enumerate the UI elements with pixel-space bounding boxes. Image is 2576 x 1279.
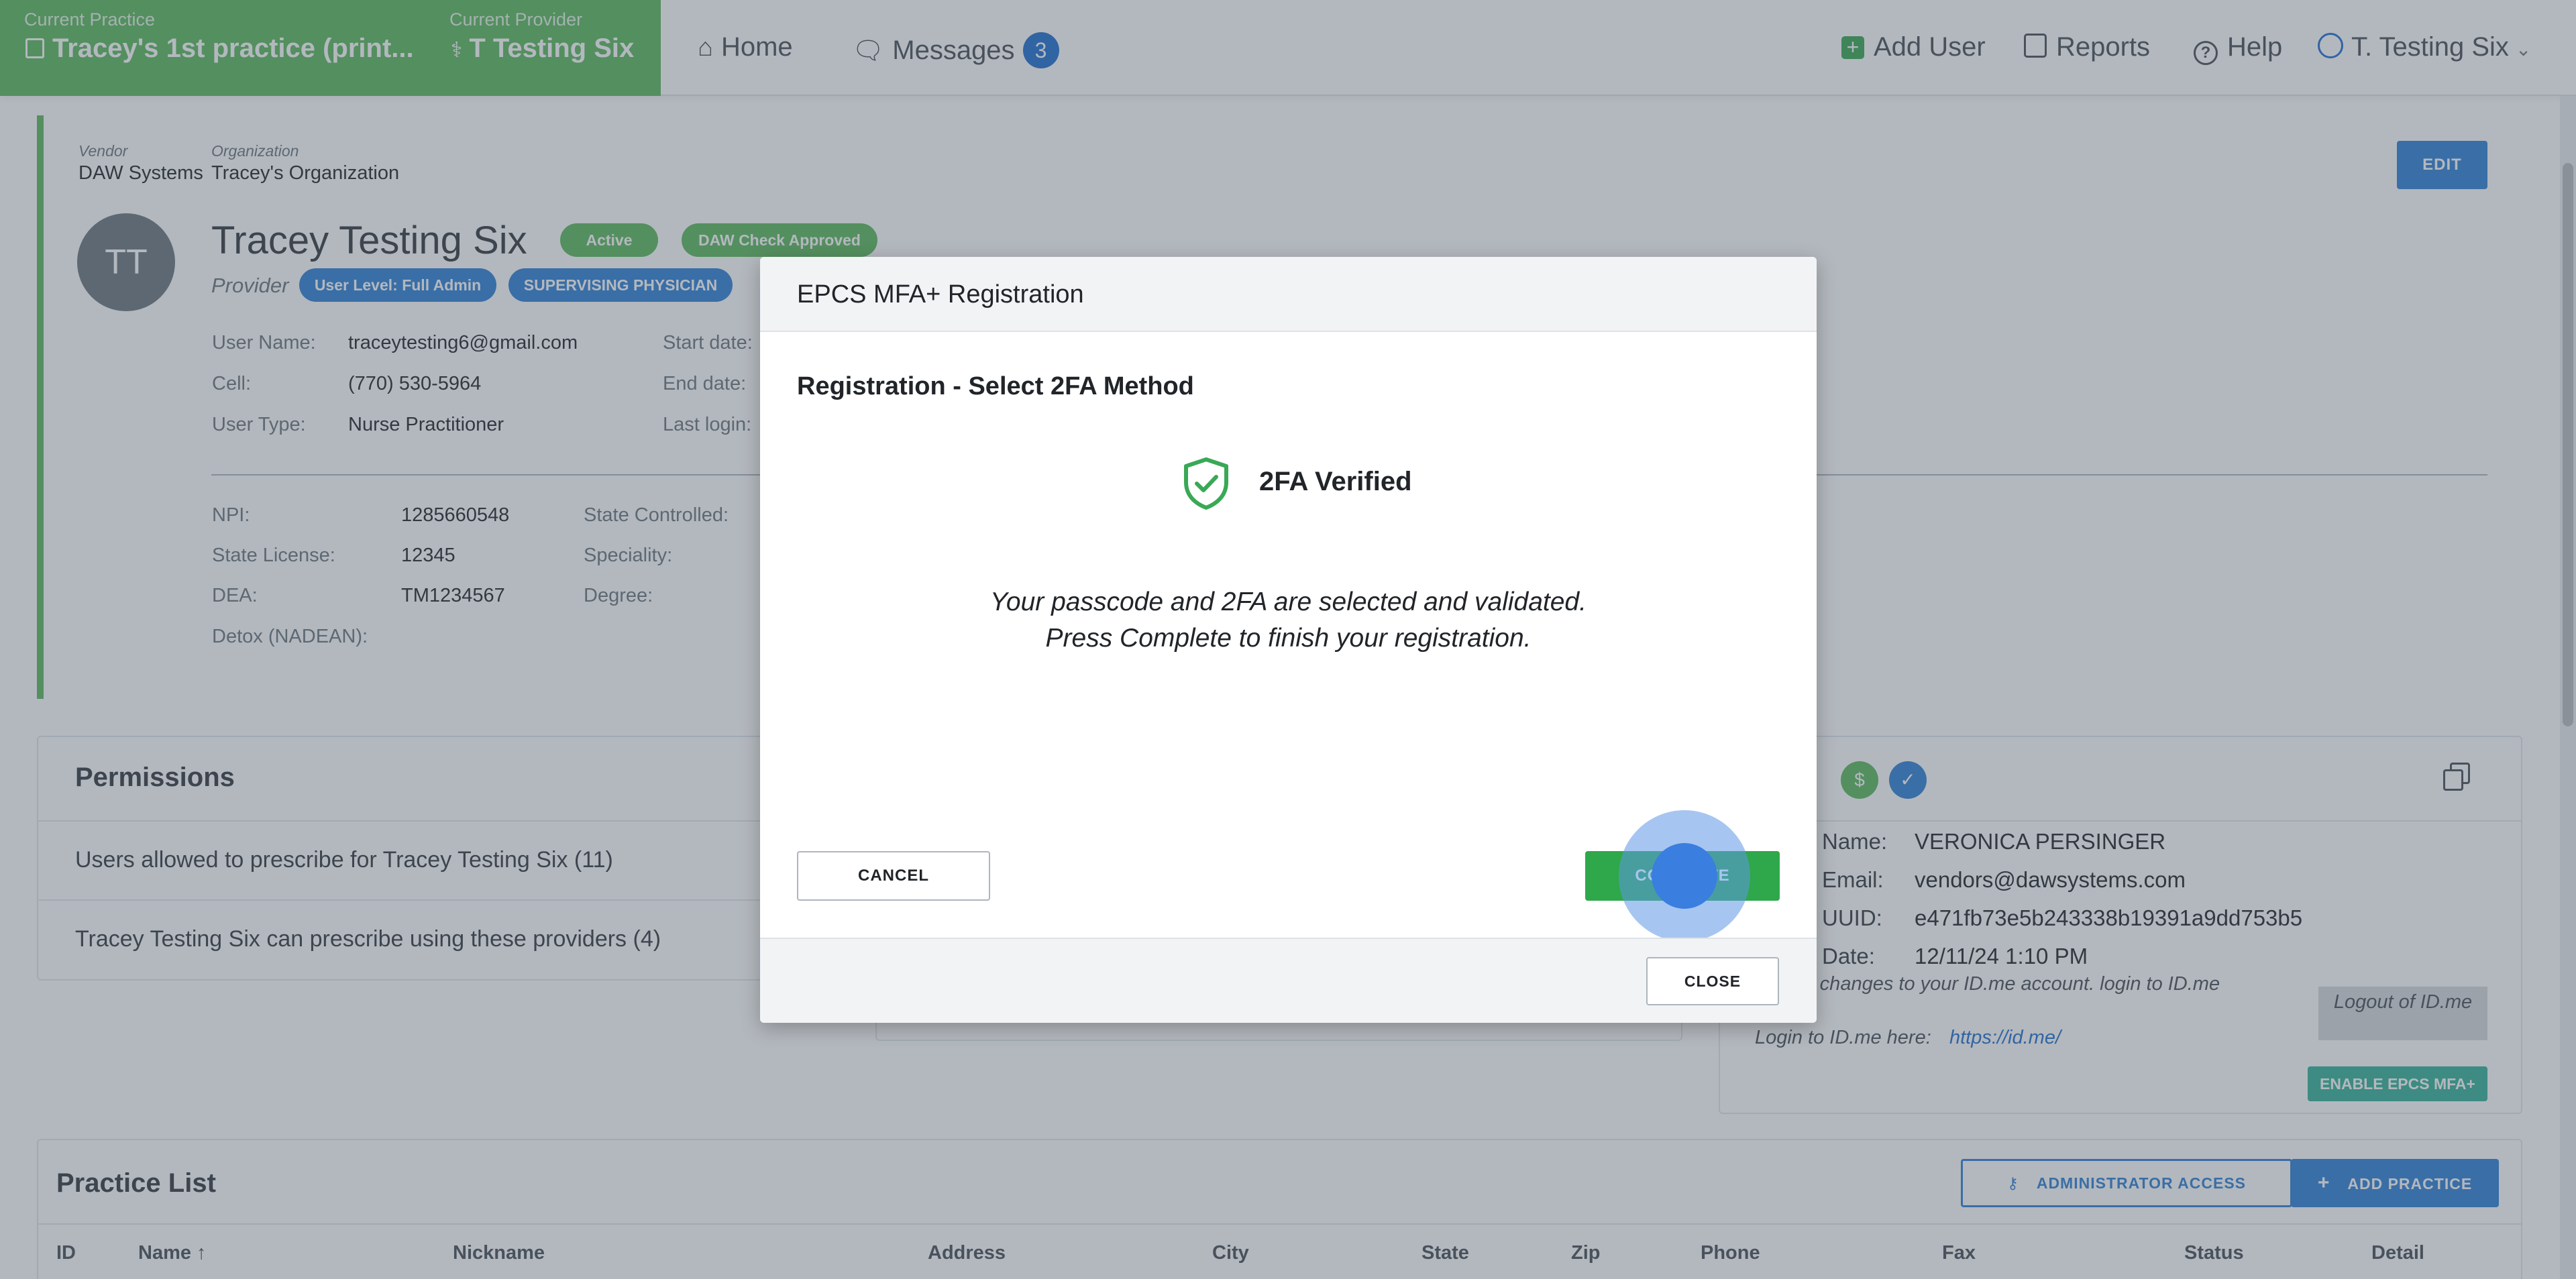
- epcs-registration-modal: EPCS MFA+ Registration Registration - Se…: [760, 257, 1817, 1023]
- modal-message-line2: Press Complete to finish your registrati…: [1045, 624, 1532, 653]
- cancel-button[interactable]: CANCEL: [797, 851, 990, 901]
- close-button[interactable]: CLOSE: [1646, 957, 1779, 1005]
- modal-footer: CLOSE: [760, 938, 1817, 1023]
- verified-text: 2FA Verified: [1259, 467, 1412, 496]
- modal-title: EPCS MFA+ Registration: [797, 280, 1084, 309]
- click-indicator-dot: [1652, 843, 1717, 909]
- shield-check-icon: [1184, 457, 1228, 510]
- modal-header: EPCS MFA+ Registration: [760, 257, 1817, 332]
- modal-subtitle: Registration - Select 2FA Method: [797, 372, 1194, 400]
- modal-message-line1: Your passcode and 2FA are selected and v…: [990, 588, 1587, 616]
